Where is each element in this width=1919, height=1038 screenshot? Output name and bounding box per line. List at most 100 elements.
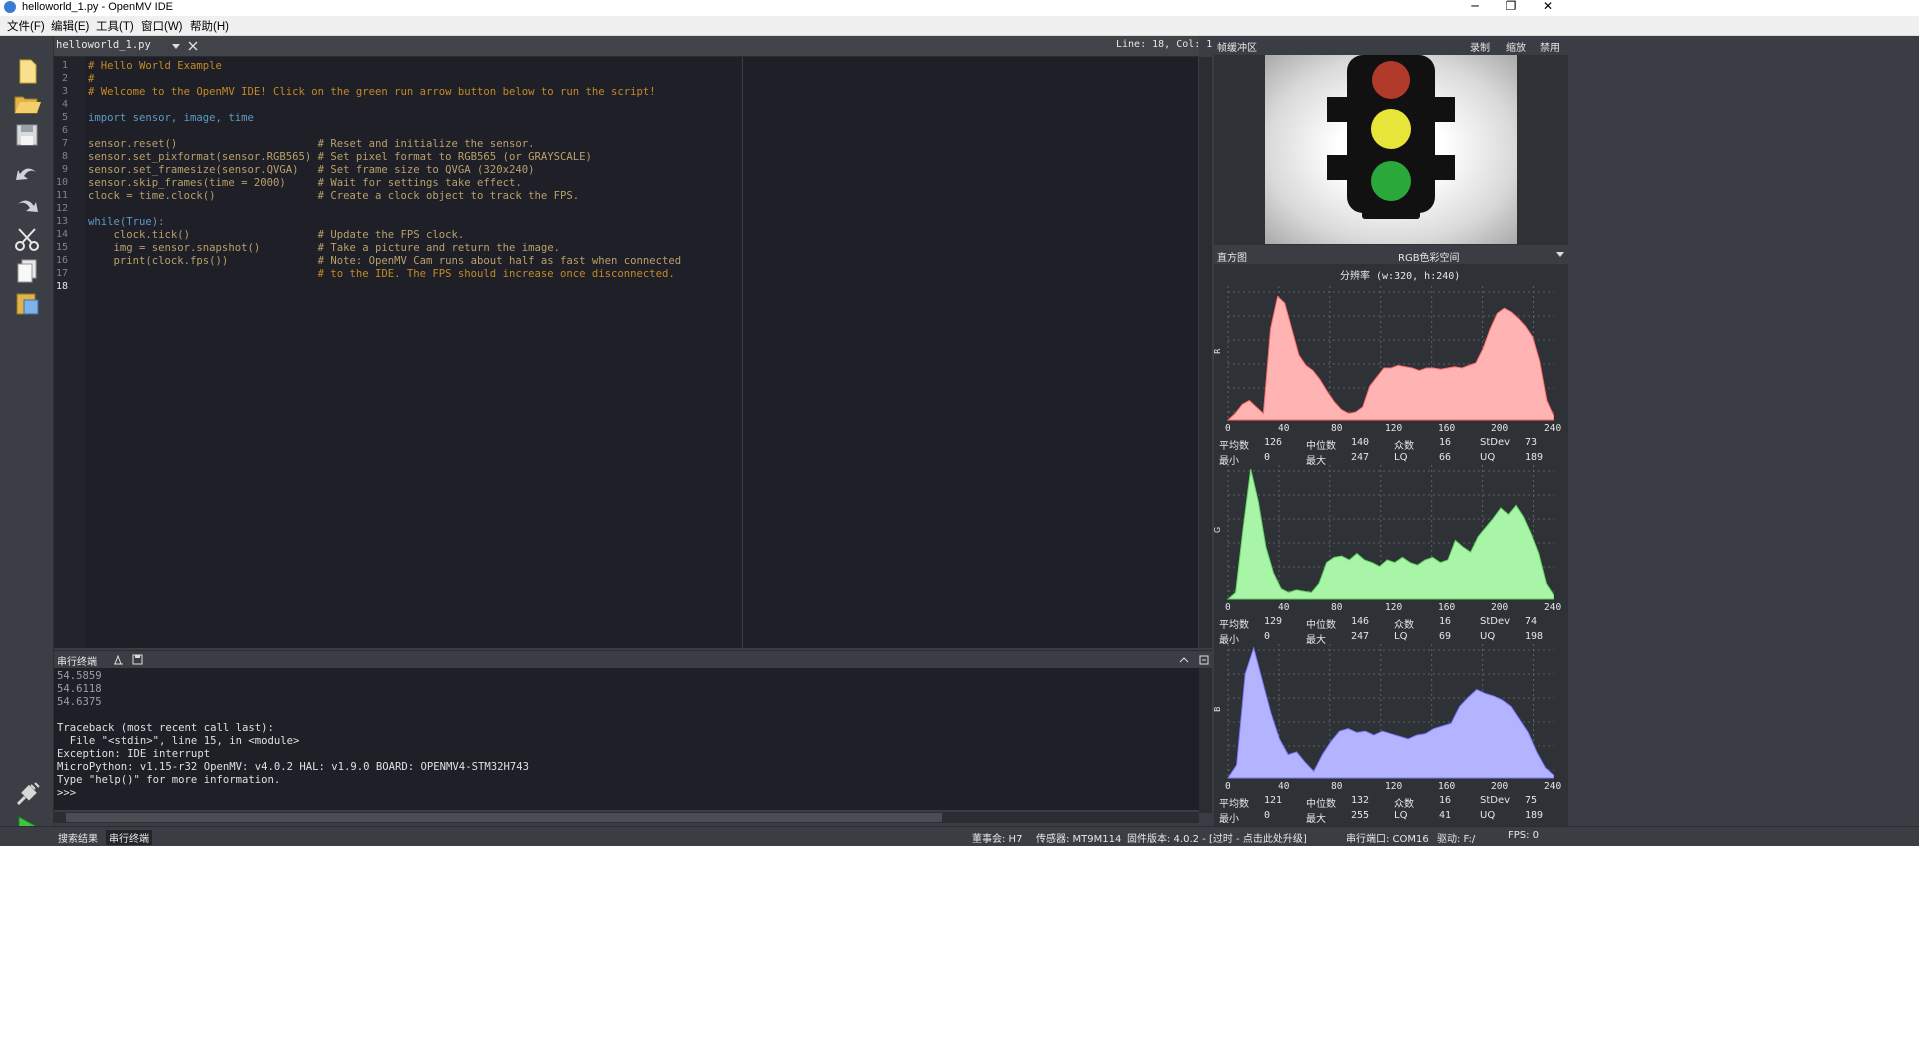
new-file-icon[interactable] xyxy=(12,56,42,86)
firmware-status[interactable]: 固件版本: 4.0.2 - [过时 - 点击此处升级] xyxy=(1127,830,1307,845)
histogram-area xyxy=(1226,468,1554,600)
terminal-clear-icon[interactable] xyxy=(112,653,125,666)
line-number: 1 xyxy=(61,60,68,71)
copy-icon[interactable] xyxy=(12,256,42,286)
stat-value-stdev: 74 xyxy=(1525,616,1538,627)
channel-label: B xyxy=(1214,707,1222,713)
editor-tab-bar xyxy=(54,36,1199,57)
x-tick-label: 160 xyxy=(1438,423,1456,434)
undo-icon[interactable] xyxy=(12,160,42,190)
histogram-header: 直方图 RGB色彩空间 xyxy=(1214,246,1568,264)
terminal-line: File "<stdin>", line 15, in <module> xyxy=(57,735,300,747)
save-icon[interactable] xyxy=(12,120,42,150)
redo-icon[interactable] xyxy=(12,192,42,222)
stat-value-median: 140 xyxy=(1351,437,1370,448)
line-number: 16 xyxy=(55,255,68,266)
line-number: 14 xyxy=(55,229,68,240)
stat-label-mode: 众数 xyxy=(1394,620,1414,631)
histogram-area xyxy=(1226,295,1554,421)
x-tick-label: 40 xyxy=(1278,602,1290,613)
stat-label-mean: 平均数 xyxy=(1219,441,1249,452)
line-number: 12 xyxy=(55,203,68,214)
x-tick-label: 120 xyxy=(1385,781,1403,792)
menu-window[interactable]: 窗口(W) xyxy=(141,18,183,34)
line-number: 6 xyxy=(61,125,68,136)
zoom-button[interactable]: 缩放 xyxy=(1506,39,1526,54)
code-line: clock.tick() # Update the FPS clock. xyxy=(88,229,465,241)
menu-help[interactable]: 帮助(H) xyxy=(190,18,229,34)
line-number: 5 xyxy=(61,112,68,123)
terminal-title: 串行终端 xyxy=(57,657,97,668)
terminal-line: Traceback (most recent call last): xyxy=(57,722,274,734)
stat-value-uq: 189 xyxy=(1525,810,1544,821)
stat-value-mean: 121 xyxy=(1264,795,1283,806)
code-line: # Welcome to the OpenMV IDE! Click on th… xyxy=(88,86,656,98)
close-button[interactable]: ✕ xyxy=(1525,0,1571,15)
terminal-line: Type "help()" for more information. xyxy=(57,774,281,786)
stat-value-mode: 16 xyxy=(1439,616,1452,627)
tab-dropdown-icon[interactable] xyxy=(172,42,180,50)
stat-label-lq: LQ xyxy=(1394,810,1408,821)
chevron-down-icon[interactable] xyxy=(1556,252,1564,258)
stat-value-mode: 16 xyxy=(1439,437,1452,448)
close-tab-icon[interactable] xyxy=(187,40,199,52)
line-number: 15 xyxy=(55,242,68,253)
terminal-line: MicroPython: v1.15-r32 OpenMV: v4.0.2 HA… xyxy=(57,761,529,773)
line-number: 7 xyxy=(61,138,68,149)
desktop-background xyxy=(0,846,1919,1038)
paste-icon[interactable] xyxy=(12,288,42,318)
tab-serial-terminal[interactable]: 串行终端 xyxy=(106,830,152,845)
stat-value-mean: 126 xyxy=(1264,437,1283,448)
open-file-icon[interactable] xyxy=(12,88,42,118)
x-tick-label: 0 xyxy=(1225,781,1231,792)
stat-value-mean: 129 xyxy=(1264,616,1283,627)
stat-value-median: 146 xyxy=(1351,616,1370,627)
connect-icon[interactable] xyxy=(12,780,42,810)
collapse-up-icon[interactable] xyxy=(1178,654,1190,666)
menu-edit[interactable]: 编辑(E) xyxy=(51,18,89,34)
menu-file[interactable]: 文件(F) xyxy=(7,18,45,34)
line-number: 3 xyxy=(61,86,68,97)
hscroll-thumb[interactable] xyxy=(66,813,942,822)
line-number: 11 xyxy=(55,190,68,201)
status-bar xyxy=(0,826,1919,847)
disable-button[interactable]: 禁用 xyxy=(1540,39,1560,54)
x-tick-label: 40 xyxy=(1278,423,1290,434)
resolution-label: 分辨率 (w:320, h:240) xyxy=(1340,271,1461,282)
terminal-line: >>> xyxy=(57,787,77,799)
stat-label-median: 中位数 xyxy=(1306,441,1336,452)
terminal-line: 54.5859 xyxy=(57,670,102,682)
x-tick-label: 240 xyxy=(1544,423,1562,434)
terminal-save-icon[interactable] xyxy=(131,653,144,666)
channel-label: G xyxy=(1214,527,1222,533)
cut-icon[interactable] xyxy=(12,224,42,254)
stat-label-median: 中位数 xyxy=(1306,799,1336,810)
stat-value-mode: 16 xyxy=(1439,795,1452,806)
terminal-header: 串行终端 xyxy=(54,650,1212,668)
stat-label-max: 最大 xyxy=(1306,814,1326,825)
terminal-scrollbar[interactable] xyxy=(1199,668,1212,813)
x-tick-label: 160 xyxy=(1438,781,1456,792)
x-tick-label: 120 xyxy=(1385,602,1403,613)
tab-search-results[interactable]: 搜索结果 xyxy=(58,830,98,845)
float-panel-icon[interactable] xyxy=(1198,654,1210,666)
camera-frame-image xyxy=(1265,55,1517,244)
title-bar: helloworld_1.py - OpenMV IDE ─ ❐ ✕ xyxy=(0,0,1919,15)
file-tab[interactable]: helloworld_1.py xyxy=(56,39,151,51)
stat-label-stdev: StDev xyxy=(1480,437,1511,448)
line-number: 9 xyxy=(61,164,68,175)
editor-scrollbar[interactable] xyxy=(1199,57,1212,648)
stat-value-max: 255 xyxy=(1351,810,1370,821)
stat-label-median: 中位数 xyxy=(1306,620,1336,631)
record-button[interactable]: 录制 xyxy=(1470,39,1490,54)
code-line: while(True): xyxy=(88,216,165,228)
board-status: 董事会: H7 xyxy=(972,834,1023,845)
x-tick-label: 200 xyxy=(1491,781,1509,792)
color-space-select[interactable]: RGB色彩空间 xyxy=(1398,249,1460,264)
line-number: 4 xyxy=(61,99,68,110)
histogram-title: 直方图 xyxy=(1217,253,1247,264)
menu-tools[interactable]: 工具(T) xyxy=(96,18,134,34)
code-line: sensor.set_pixformat(sensor.RGB565) # Se… xyxy=(88,151,592,163)
x-tick-label: 80 xyxy=(1331,602,1343,613)
stat-value-min: 0 xyxy=(1264,810,1271,821)
